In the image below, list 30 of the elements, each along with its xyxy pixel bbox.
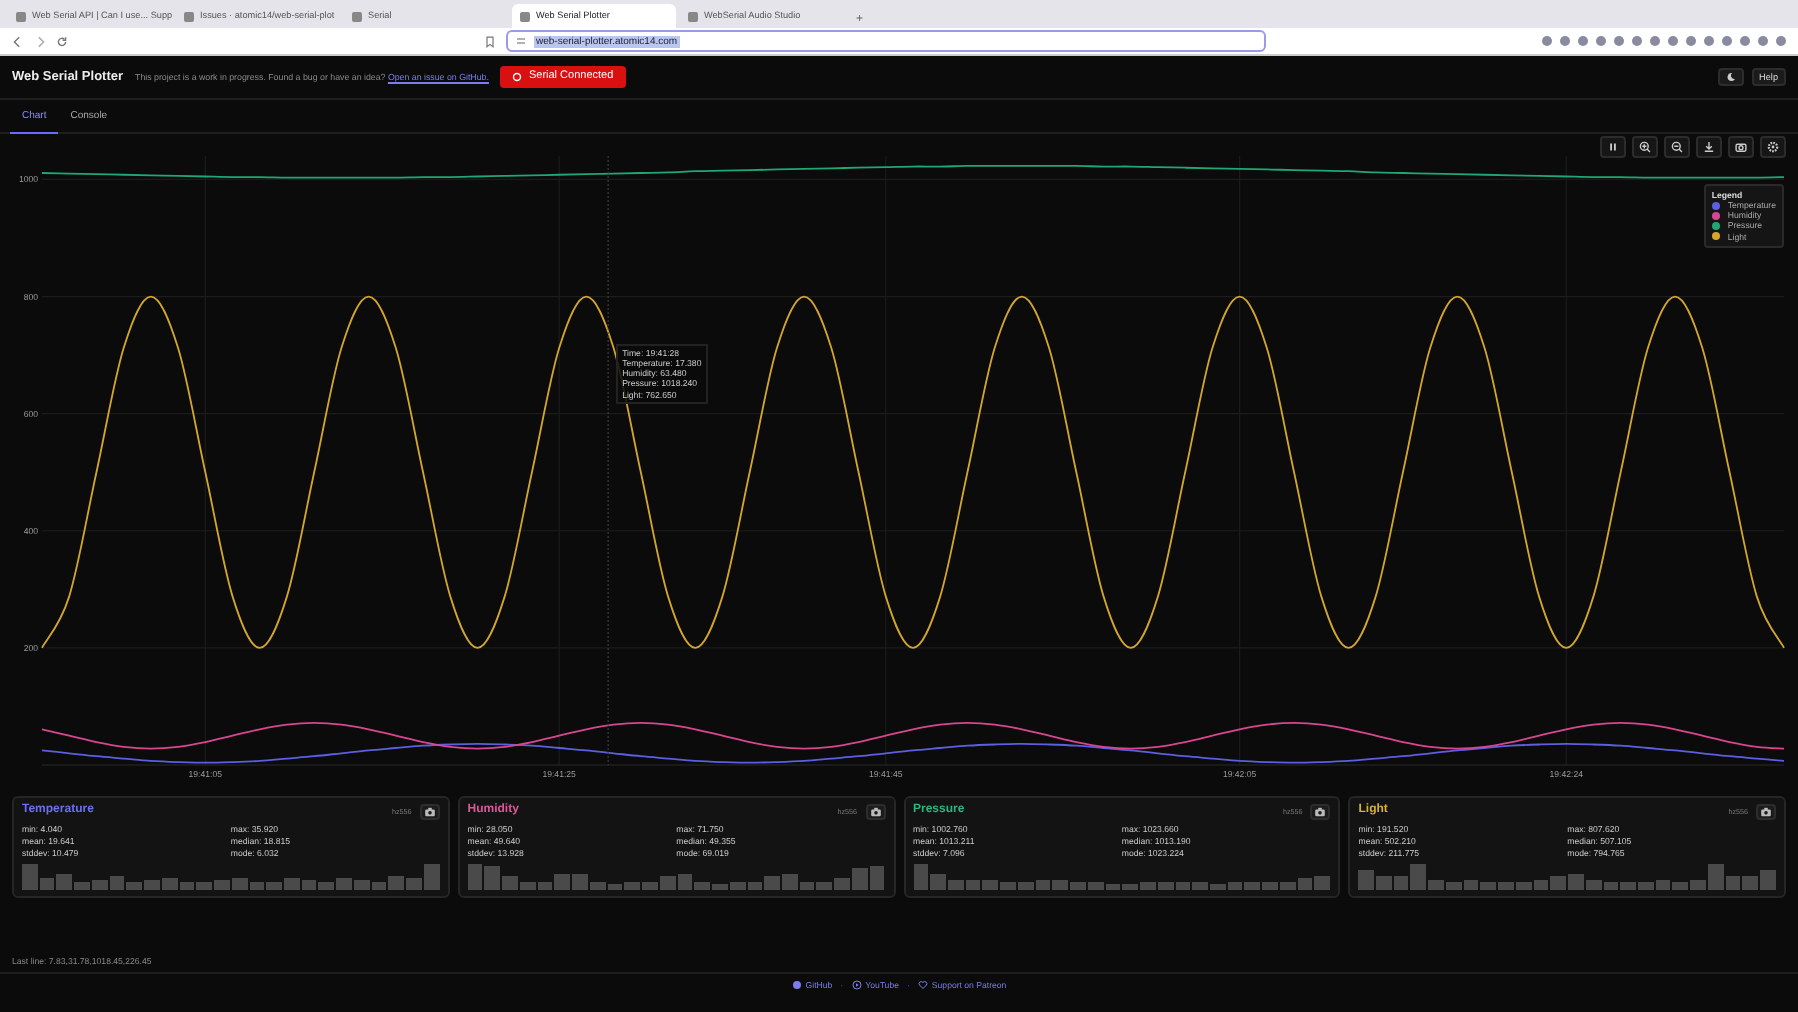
settings-button[interactable]: [1760, 136, 1786, 158]
site-settings-icon: [516, 36, 526, 46]
moon-icon: [1725, 72, 1736, 82]
forward-icon[interactable]: [34, 35, 46, 47]
zoom-out-button[interactable]: [1664, 136, 1690, 158]
download-icon: [1702, 140, 1716, 154]
reload-icon[interactable]: [56, 35, 68, 47]
camera-icon: [1734, 140, 1748, 154]
camera-icon: [423, 806, 436, 818]
zoom-in-icon: [1638, 140, 1652, 154]
theme-toggle-button[interactable]: [1717, 68, 1744, 86]
play-icon: [851, 980, 862, 991]
bookmark-icon[interactable]: [484, 35, 496, 47]
pause-button[interactable]: [1600, 136, 1626, 158]
zoom-out-icon: [1670, 140, 1684, 154]
heart-icon: [917, 980, 928, 991]
camera-icon: [1314, 806, 1327, 818]
power-icon: [512, 72, 523, 82]
snapshot-button[interactable]: [865, 804, 885, 820]
pause-icon: [1606, 140, 1620, 154]
camera-icon: [1760, 806, 1772, 818]
settings-icon: [1766, 140, 1780, 154]
snapshot-button[interactable]: [1310, 804, 1331, 820]
camera-button[interactable]: [1728, 136, 1754, 158]
zoom-in-button[interactable]: [1632, 136, 1658, 158]
back-icon[interactable]: [12, 35, 24, 47]
download-button[interactable]: [1696, 136, 1722, 158]
snapshot-button[interactable]: [419, 804, 440, 820]
camera-icon: [869, 806, 881, 818]
snapshot-button[interactable]: [1756, 804, 1776, 820]
